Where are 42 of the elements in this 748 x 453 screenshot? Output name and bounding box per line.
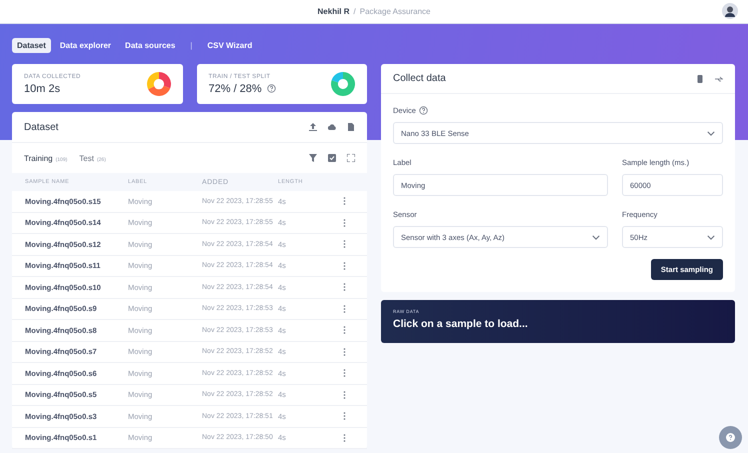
user-name[interactable]: Nekhil R — [318, 7, 350, 16]
more-icon[interactable] — [343, 262, 346, 270]
more-icon[interactable] — [343, 434, 346, 442]
chevron-down-icon — [592, 234, 600, 240]
nav-tab[interactable]: Data explorer — [54, 38, 116, 53]
help-icon — [726, 433, 735, 442]
help-button[interactable] — [719, 426, 742, 449]
more-icon[interactable] — [343, 412, 346, 420]
cloud-icon[interactable] — [328, 123, 336, 131]
expand-icon[interactable] — [347, 154, 355, 162]
filter-icon[interactable] — [309, 154, 317, 162]
more-icon[interactable] — [343, 348, 346, 356]
checkbox-icon[interactable] — [328, 154, 336, 162]
more-icon[interactable] — [343, 369, 346, 378]
breadcrumb-separator: / — [354, 7, 356, 16]
more-icon[interactable] — [343, 283, 346, 292]
card-title: Dataset — [24, 122, 58, 132]
more-icon[interactable] — [343, 304, 346, 313]
panel-message: Click on a sample to load... — [393, 318, 529, 330]
more-icon[interactable] — [343, 240, 346, 248]
more-icon[interactable] — [343, 326, 346, 334]
document-icon[interactable] — [347, 123, 355, 131]
stat-value: 72% / 28% — [208, 82, 262, 94]
usb-icon[interactable] — [715, 74, 723, 82]
avatar-icon[interactable] — [722, 3, 738, 19]
donut-drawing — [146, 72, 170, 96]
device-icon[interactable] — [696, 74, 704, 82]
donut-drawing — [331, 72, 355, 96]
upload-icon[interactable] — [309, 123, 317, 131]
nav-tab[interactable]: Data sources — [120, 38, 180, 53]
nav-tab[interactable]: CSV Wizard — [202, 38, 258, 53]
chevron-down-icon — [707, 234, 715, 240]
more-icon[interactable] — [343, 390, 346, 399]
more-icon[interactable] — [343, 197, 346, 206]
stat-value: 10m 2s — [24, 82, 60, 94]
more-icon[interactable] — [343, 218, 346, 227]
card-title: Collect data — [393, 73, 446, 84]
chevron-down-icon — [707, 130, 715, 136]
nav-tab[interactable]: Dataset — [12, 38, 51, 53]
help-icon[interactable] — [418, 106, 428, 115]
nav-divider: | — [189, 41, 194, 50]
help-icon[interactable] — [266, 84, 276, 93]
